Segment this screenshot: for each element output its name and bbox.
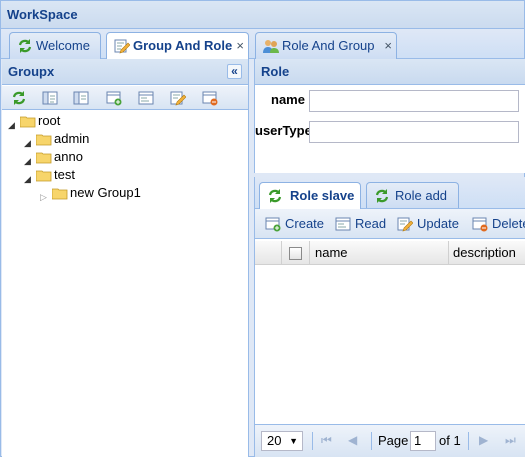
tab-label: Role And Group: [282, 38, 375, 53]
collapse-icon[interactable]: «: [227, 64, 242, 79]
tab-group-and-role[interactable]: Group And Role ×: [106, 32, 249, 60]
tab-welcome[interactable]: Welcome: [9, 32, 101, 59]
folder-icon: [36, 152, 52, 164]
users-icon: [263, 40, 279, 53]
usertype-label: userType: [255, 123, 312, 138]
window-title: WorkSpace: [1, 1, 524, 29]
workspace-window: WorkSpace Welcome Group And Role × Role …: [0, 0, 525, 457]
tree-node-label: admin: [54, 131, 90, 146]
grid-header: name description: [255, 241, 525, 265]
name-field[interactable]: [309, 90, 519, 112]
role-slave-grid-panel: Create Read Update Delete name descripti…: [254, 209, 525, 457]
update-button[interactable]: Update: [397, 213, 469, 235]
collapsed-arrow-icon[interactable]: ▷: [40, 188, 47, 206]
read-button[interactable]: Read: [335, 213, 393, 235]
tree-node-label: test: [54, 167, 75, 182]
edit-icon: [397, 217, 413, 232]
name-label: name: [271, 92, 305, 107]
tree-node-label: anno: [54, 149, 83, 164]
edit-icon: [114, 39, 130, 54]
page-count-label: of 1: [439, 433, 461, 448]
delete-icon[interactable]: [202, 90, 218, 106]
view-icon[interactable]: [138, 90, 154, 106]
column-divider: [448, 241, 449, 265]
folder-icon: [36, 170, 52, 182]
role-title: Role: [255, 59, 525, 85]
next-page-icon[interactable]: ▶: [479, 433, 488, 447]
separator: [371, 432, 372, 450]
role-panel: Role name userType: [254, 59, 525, 173]
button-label: Delete: [492, 216, 525, 231]
delete-button[interactable]: Delete: [472, 213, 525, 235]
expand-all-icon[interactable]: [42, 90, 58, 106]
folder-open-icon: [20, 116, 36, 128]
close-icon[interactable]: ×: [384, 33, 392, 58]
page-size-value: 20: [267, 433, 282, 448]
column-header-name[interactable]: name: [315, 245, 348, 260]
refresh-icon: [18, 39, 32, 53]
column-divider: [309, 241, 310, 265]
last-page-icon[interactable]: ⏭: [505, 433, 516, 448]
page-size-select[interactable]: 20 ▼: [261, 431, 303, 451]
expanded-arrow-icon[interactable]: ◢: [24, 152, 31, 170]
tab-role-add[interactable]: Role add: [366, 182, 459, 208]
page-label: Page: [378, 433, 409, 448]
delete-icon: [472, 217, 488, 232]
tab-label: Group And Role: [133, 38, 233, 53]
refresh-icon: [268, 189, 282, 203]
close-icon[interactable]: ×: [236, 33, 244, 58]
tab-label: Welcome: [36, 38, 90, 53]
pagination-toolbar: 20 ▼ ⏮ ◀ Page 1 of 1 ▶ ⏭: [255, 424, 525, 457]
expanded-arrow-icon[interactable]: ◢: [8, 116, 15, 134]
collapse-all-icon[interactable]: [73, 90, 89, 106]
add-icon[interactable]: [106, 90, 122, 106]
button-label: Create: [285, 216, 325, 231]
tab-label: Role slave: [290, 188, 355, 203]
button-label: Read: [355, 216, 387, 231]
separator: [468, 432, 469, 450]
tab-label: Role add: [395, 188, 448, 203]
add-icon: [265, 217, 281, 232]
panel-title: Groupx: [8, 64, 55, 79]
column-header-description[interactable]: description: [453, 245, 516, 260]
button-label: Update: [417, 216, 459, 231]
expanded-arrow-icon[interactable]: ◢: [24, 134, 31, 152]
main-tab-strip: Welcome Group And Role × Role And Group …: [1, 29, 524, 60]
sub-tab-strip: Role slave Role add: [254, 177, 525, 209]
tab-role-and-group[interactable]: Role And Group ×: [255, 32, 397, 59]
view-icon: [335, 217, 351, 231]
groupx-title: Groupx «: [2, 59, 248, 85]
edit-icon[interactable]: [170, 90, 186, 106]
first-page-icon[interactable]: ⏮: [321, 433, 332, 448]
usertype-field[interactable]: [309, 121, 519, 143]
prev-page-icon[interactable]: ◀: [348, 433, 357, 447]
tree-toolbar: [2, 86, 248, 110]
tree-node-label: new Group1: [70, 185, 141, 200]
column-divider: [281, 241, 282, 265]
refresh-icon: [375, 189, 389, 203]
expanded-arrow-icon[interactable]: ◢: [24, 170, 31, 188]
tab-role-slave[interactable]: Role slave: [259, 182, 361, 209]
separator: [312, 432, 313, 450]
refresh-icon[interactable]: [11, 90, 27, 106]
select-all-checkbox[interactable]: [289, 247, 302, 260]
chevron-down-icon: ▼: [289, 436, 298, 446]
folder-icon: [52, 188, 68, 200]
create-button[interactable]: Create: [265, 213, 333, 235]
groupx-panel: Groupx « ◢ root ◢ admin ◢ anno ◢ test ▷ …: [2, 59, 249, 457]
folder-icon: [36, 134, 52, 146]
page-number-input[interactable]: 1: [410, 431, 436, 451]
tree-node-label: root: [38, 113, 61, 128]
grid-toolbar: Create Read Update Delete: [255, 209, 525, 239]
